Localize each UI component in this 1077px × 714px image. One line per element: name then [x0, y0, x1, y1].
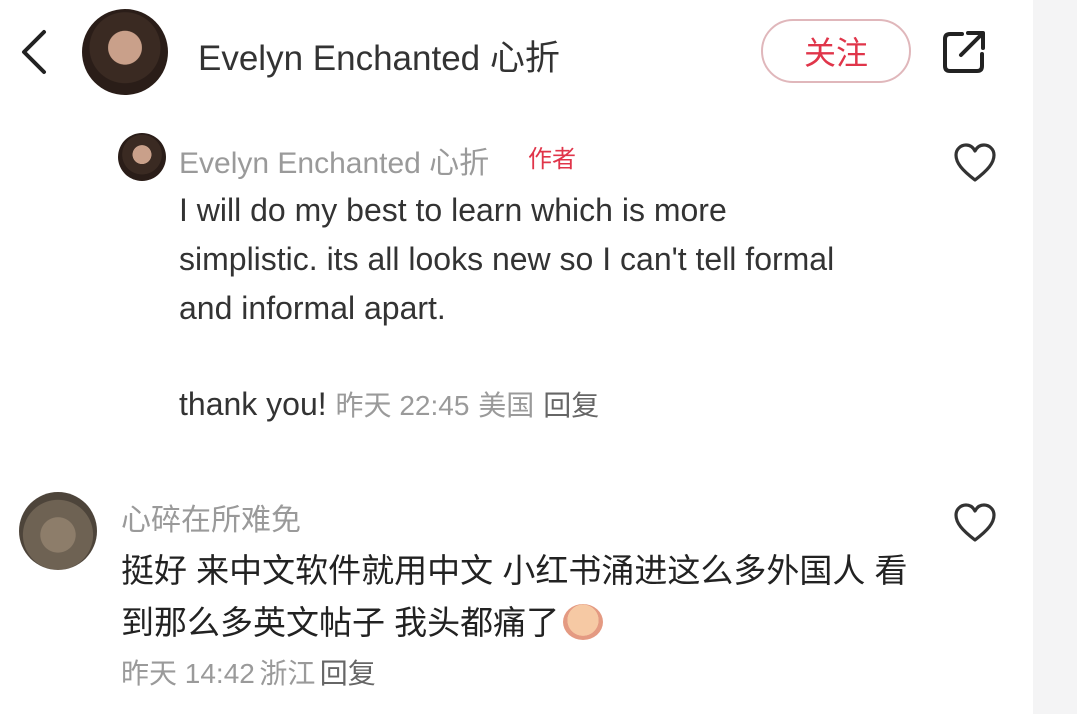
comment-panel: Evelyn Enchanted 心折 关注 Evelyn Enchanted … [0, 0, 1033, 714]
share-icon[interactable] [940, 28, 988, 76]
comment-text: 挺好 来中文软件就用中文 小红书涌进这么多外国人 看到那么多英文帖子 我头都痛了 [121, 545, 921, 649]
comment-meta: 昨天 14:42 浙江 回复 [121, 652, 376, 692]
follow-button[interactable]: 关注 [761, 19, 911, 83]
author-avatar[interactable] [82, 9, 168, 95]
comment-location: 浙江 [259, 658, 316, 689]
commenter-avatar[interactable] [118, 133, 166, 181]
comment-time: 昨天 14:42 [121, 658, 255, 689]
commenter-name[interactable]: Evelyn Enchanted 心折 [179, 138, 489, 182]
header-username[interactable]: Evelyn Enchanted 心折 [198, 30, 560, 81]
author-badge: 作者 [528, 146, 576, 173]
chevron-left-icon[interactable] [16, 26, 52, 78]
heart-icon[interactable] [952, 142, 998, 184]
comment-last-line: thank you! 昨天 22:45 美国 回复 [179, 384, 599, 424]
reply-button[interactable]: 回复 [543, 390, 599, 421]
commenter-avatar[interactable] [19, 492, 97, 570]
reply-button[interactable]: 回复 [320, 658, 376, 689]
commenter-name[interactable]: 心碎在所难免 [121, 495, 301, 539]
comment-line: and informal apart. [179, 290, 446, 326]
comment-location: 美国 [478, 390, 535, 421]
comment-line: simplistic. its all looks new so I can't… [179, 241, 835, 277]
comment-text: I will do my best to learn which is more… [179, 186, 919, 333]
crying-face-emoji [563, 604, 604, 640]
heart-icon[interactable] [952, 502, 998, 544]
comment-time: 昨天 22:45 [335, 390, 470, 421]
comment-tail-text: thank you! [179, 386, 327, 422]
comment-line: I will do my best to learn which is more [179, 192, 727, 228]
comment-text-content: 挺好 来中文软件就用中文 小红书涌进这么多外国人 看到那么多英文帖子 我头都痛了 [121, 552, 908, 641]
